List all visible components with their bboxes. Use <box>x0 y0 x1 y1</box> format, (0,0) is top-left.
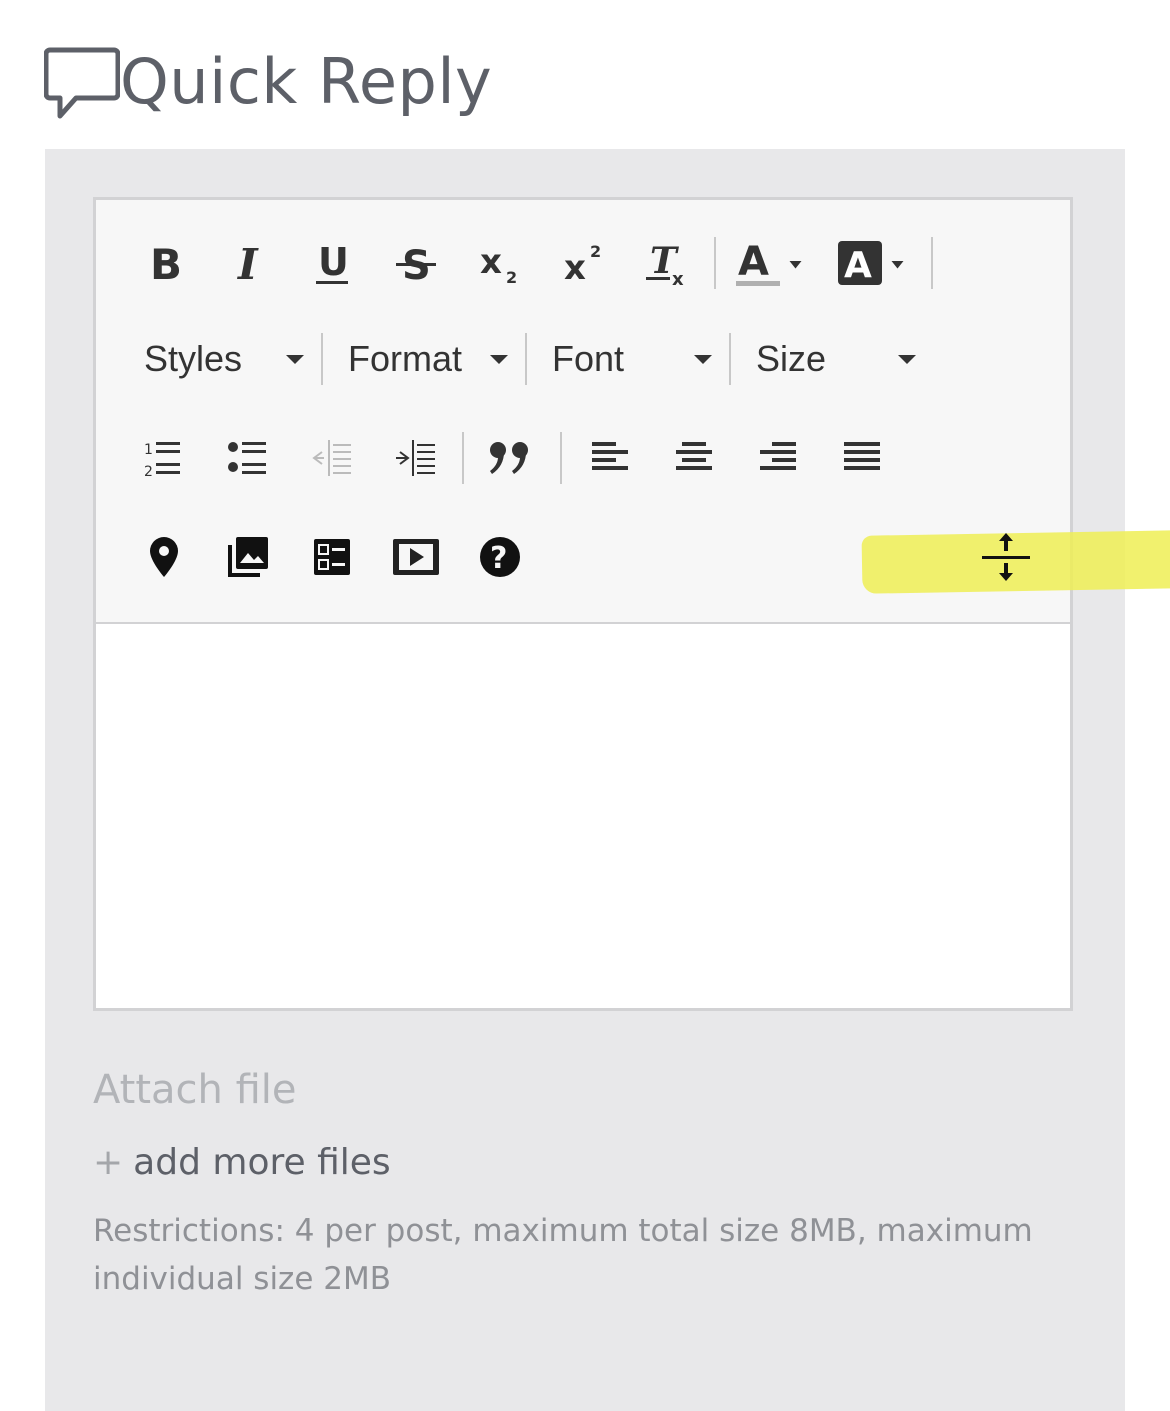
blockquote-icon <box>490 442 528 474</box>
svg-text:x: x <box>480 242 502 282</box>
remove-format-button[interactable]: T x <box>638 233 698 293</box>
justify-icon <box>844 442 880 470</box>
toolbar-separator <box>525 333 527 385</box>
svg-text:2: 2 <box>590 242 601 261</box>
page-header: Quick Reply <box>44 40 492 124</box>
italic-icon: I <box>237 241 259 285</box>
superscript-icon: x 2 <box>564 242 601 287</box>
toolbar-separator <box>729 333 731 385</box>
bold-button[interactable]: B <box>134 233 194 293</box>
toolbar-row-formatting: B I U S x 2 x 2 T x A A <box>96 233 1070 313</box>
toolbar-row-dropdowns: Styles Format Font Size <box>96 329 1070 409</box>
insert-template-button[interactable] <box>302 527 362 587</box>
numbered-list-button[interactable]: 1 2 <box>134 428 194 488</box>
increase-indent-icon <box>396 440 435 476</box>
editor-toolbar: B I U S x 2 x 2 T x A A Styles Format Fo… <box>96 200 1170 624</box>
insert-image-button[interactable] <box>218 527 278 587</box>
resize-vertical-icon <box>982 533 1030 581</box>
page-title: Quick Reply <box>120 45 493 118</box>
toolbar-separator <box>462 432 464 484</box>
text-color-button[interactable]: A <box>732 233 812 293</box>
bold-icon: B <box>150 241 182 285</box>
superscript-button[interactable]: x 2 <box>554 233 614 293</box>
text-color-icon: A <box>736 239 802 286</box>
size-dropdown[interactable]: Size <box>756 329 926 389</box>
attachment-restrictions-text: Restrictions: 4 per post, maximum total … <box>93 1213 1033 1297</box>
format-dropdown-label: Format <box>348 338 463 379</box>
bulleted-list-button[interactable] <box>218 428 278 488</box>
plus-icon: + <box>93 1142 124 1183</box>
strikethrough-button[interactable]: S <box>386 233 446 293</box>
chevron-down-icon <box>898 355 916 364</box>
toolbar-separator <box>931 237 933 289</box>
add-more-files-link[interactable]: + add more files <box>93 1142 391 1183</box>
svg-text:U: U <box>318 240 349 284</box>
chevron-down-icon <box>694 355 712 364</box>
insert-map-button[interactable] <box>134 527 194 587</box>
attach-file-label: Attach file <box>93 1067 297 1113</box>
underline-button[interactable]: U <box>302 233 362 293</box>
background-color-icon: A <box>838 241 904 286</box>
toolbar-row-insert: ? <box>96 527 1170 607</box>
add-more-files-label: add more files <box>133 1142 391 1183</box>
background-color-button[interactable]: A <box>834 233 914 293</box>
bulleted-list-icon <box>228 442 266 474</box>
resize-editor-button[interactable] <box>976 527 1036 587</box>
toolbar-separator <box>714 237 716 289</box>
svg-text:?: ? <box>490 541 507 576</box>
styles-dropdown[interactable]: Styles <box>144 329 314 389</box>
underline-icon: U <box>316 240 349 284</box>
decrease-indent-button[interactable] <box>302 428 362 488</box>
toolbar-separator <box>321 333 323 385</box>
subscript-icon: x 2 <box>480 242 517 287</box>
svg-text:A: A <box>844 245 872 286</box>
help-icon: ? <box>480 537 520 577</box>
align-center-button[interactable] <box>664 428 724 488</box>
remove-format-icon: T x <box>646 240 684 287</box>
strikethrough-icon: S <box>396 243 436 287</box>
rich-text-editor: B I U S x 2 x 2 T x A A Styles Format Fo… <box>93 197 1170 1011</box>
table-template-icon <box>314 539 350 575</box>
align-right-button[interactable] <box>748 428 808 488</box>
chevron-down-icon <box>490 355 508 364</box>
format-dropdown[interactable]: Format <box>348 329 518 389</box>
increase-indent-button[interactable] <box>386 428 446 488</box>
subscript-button[interactable]: x 2 <box>470 233 530 293</box>
svg-text:I: I <box>237 241 259 285</box>
insert-video-button[interactable] <box>386 527 446 587</box>
size-dropdown-label: Size <box>756 338 827 379</box>
numbered-list-icon: 1 2 <box>144 442 180 480</box>
svg-text:x: x <box>672 269 684 287</box>
image-gallery-icon <box>228 537 268 577</box>
blockquote-button[interactable] <box>480 428 540 488</box>
align-right-icon <box>760 442 796 470</box>
toolbar-row-paragraph: 1 2 <box>96 428 1070 508</box>
toolbar-separator <box>560 432 562 484</box>
svg-text:2: 2 <box>506 268 517 287</box>
align-center-icon <box>676 442 712 470</box>
quick-reply-panel: B I U S x 2 x 2 T x A A Styles Format Fo… <box>45 149 1170 1411</box>
help-button[interactable]: ? <box>470 527 530 587</box>
svg-text:2: 2 <box>144 464 153 480</box>
svg-text:B: B <box>150 241 182 285</box>
editor-content-area[interactable] <box>96 624 1070 1008</box>
decrease-indent-icon <box>312 440 351 476</box>
styles-dropdown-label: Styles <box>144 338 243 379</box>
svg-text:1: 1 <box>144 442 153 458</box>
video-icon <box>393 539 439 575</box>
svg-text:A: A <box>738 239 769 285</box>
font-dropdown[interactable]: Font <box>552 329 722 389</box>
speech-bubble-icon <box>44 47 120 119</box>
svg-text:x: x <box>564 248 586 287</box>
font-dropdown-label: Font <box>552 338 625 379</box>
map-pin-icon <box>150 537 178 577</box>
justify-button[interactable] <box>832 428 892 488</box>
align-left-icon <box>592 442 628 470</box>
chevron-down-icon <box>286 355 304 364</box>
italic-button[interactable]: I <box>218 233 278 293</box>
align-left-button[interactable] <box>580 428 640 488</box>
